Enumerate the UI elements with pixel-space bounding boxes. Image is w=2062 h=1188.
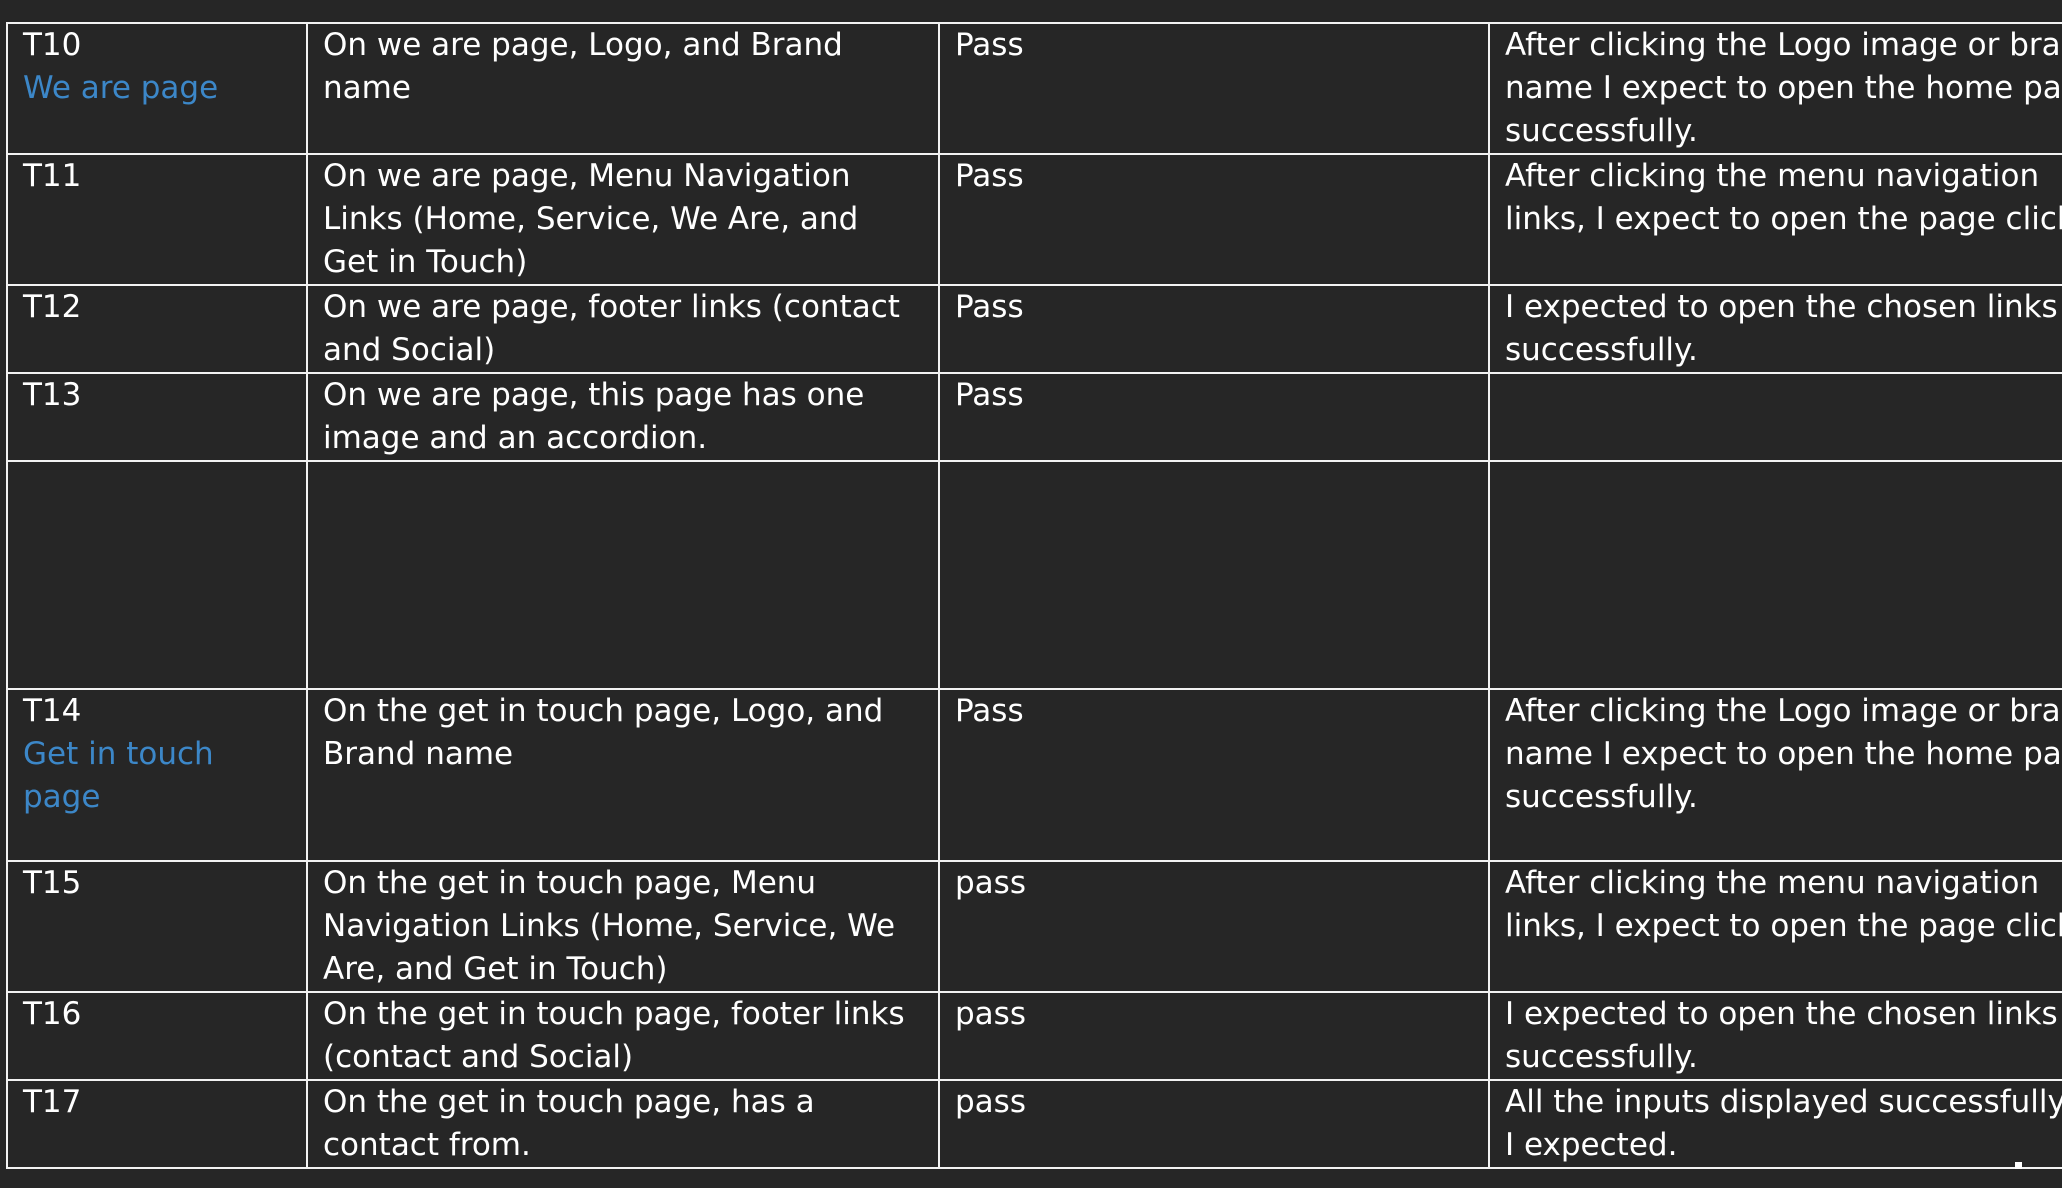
section-label: We are page bbox=[23, 70, 219, 106]
test-id-cell: T12 bbox=[6, 284, 308, 374]
test-result: pass bbox=[938, 860, 1490, 993]
test-description: On we are page, this page has one image … bbox=[306, 372, 940, 462]
test-result: Pass bbox=[938, 284, 1490, 374]
test-id: T15 bbox=[23, 865, 82, 901]
test-expected bbox=[1488, 372, 2062, 462]
test-result: pass bbox=[938, 1079, 1490, 1169]
test-id-cell: T13 bbox=[6, 372, 308, 462]
test-result: pass bbox=[938, 991, 1490, 1081]
test-id: T10 bbox=[23, 27, 82, 63]
test-expected: After clicking the menu navigation links… bbox=[1488, 860, 2062, 993]
test-id-cell: T14 Get in touch page bbox=[6, 688, 308, 862]
test-expected: After clicking the Logo image or brand n… bbox=[1488, 22, 2062, 155]
test-result: Pass bbox=[938, 688, 1490, 862]
test-description: On we are page, Menu Navigation Links (H… bbox=[306, 153, 940, 286]
test-id: T14 bbox=[23, 693, 82, 729]
test-description: On we are page, footer links (contact an… bbox=[306, 284, 940, 374]
table-row: T15 On the get in touch page, Menu Navig… bbox=[6, 860, 2062, 993]
test-result bbox=[938, 460, 1490, 690]
table-row: T11 On we are page, Menu Navigation Link… bbox=[6, 153, 2062, 286]
table-resize-handle[interactable] bbox=[2015, 1162, 2022, 1169]
test-id-cell: T11 bbox=[6, 153, 308, 286]
table-row: T16 On the get in touch page, footer lin… bbox=[6, 991, 2062, 1081]
test-id-cell bbox=[6, 460, 308, 690]
test-id: T16 bbox=[23, 996, 82, 1032]
test-cases-table: T10 We are page On we are page, Logo, an… bbox=[6, 22, 2062, 1169]
test-expected: All the inputs displayed successfully as… bbox=[1488, 1079, 2062, 1169]
test-description: On the get in touch page, Logo, and Bran… bbox=[306, 688, 940, 862]
test-id-cell: T10 We are page bbox=[6, 22, 308, 155]
test-description bbox=[306, 460, 940, 690]
test-id: T13 bbox=[23, 377, 82, 413]
empty-table-row bbox=[6, 460, 2062, 690]
test-id-cell: T16 bbox=[6, 991, 308, 1081]
section-label: Get in touch page bbox=[23, 736, 214, 815]
test-expected: After clicking the Logo image or brand n… bbox=[1488, 688, 2062, 862]
test-expected: After clicking the menu navigation links… bbox=[1488, 153, 2062, 286]
test-id: T12 bbox=[23, 289, 82, 325]
table-row: T17 On the get in touch page, has a cont… bbox=[6, 1079, 2062, 1169]
test-result: Pass bbox=[938, 153, 1490, 286]
test-description: On the get in touch page, Menu Navigatio… bbox=[306, 860, 940, 993]
test-description: On we are page, Logo, and Brand name bbox=[306, 22, 940, 155]
table-row: T12 On we are page, footer links (contac… bbox=[6, 284, 2062, 374]
test-result: Pass bbox=[938, 22, 1490, 155]
table-row: T13 On we are page, this page has one im… bbox=[6, 372, 2062, 462]
document-page: T10 We are page On we are page, Logo, an… bbox=[0, 0, 2062, 1188]
test-result: Pass bbox=[938, 372, 1490, 462]
test-id: T17 bbox=[23, 1084, 82, 1120]
test-description: On the get in touch page, footer links (… bbox=[306, 991, 940, 1081]
table-row: T10 We are page On we are page, Logo, an… bbox=[6, 22, 2062, 155]
table-row: T14 Get in touch page On the get in touc… bbox=[6, 688, 2062, 862]
test-id-cell: T17 bbox=[6, 1079, 308, 1169]
test-expected: I expected to open the chosen links succ… bbox=[1488, 991, 2062, 1081]
test-id-cell: T15 bbox=[6, 860, 308, 993]
test-description: On the get in touch page, has a contact … bbox=[306, 1079, 940, 1169]
test-expected bbox=[1488, 460, 2062, 690]
test-expected: I expected to open the chosen links succ… bbox=[1488, 284, 2062, 374]
test-id: T11 bbox=[23, 158, 82, 194]
